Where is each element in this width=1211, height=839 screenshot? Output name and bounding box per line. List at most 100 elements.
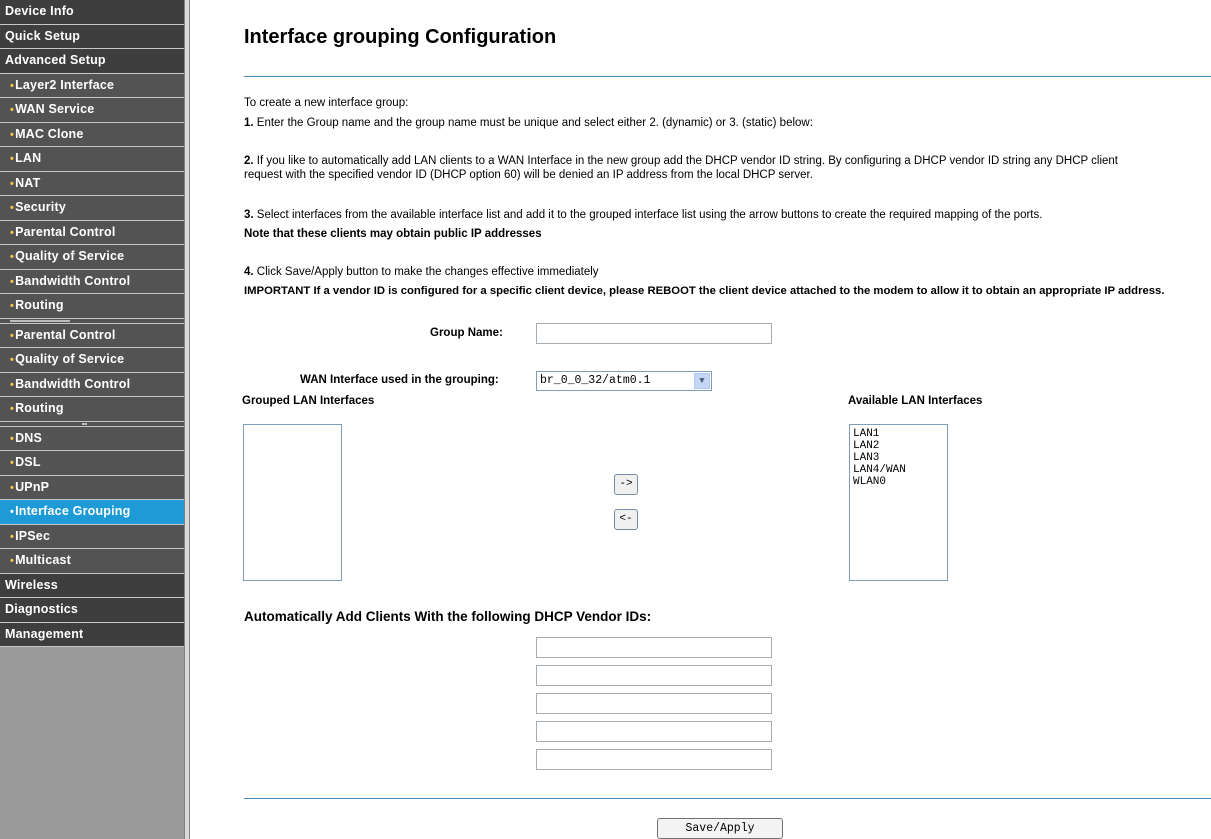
nav-parental-control[interactable]: •Parental Control [0, 220, 184, 245]
nav-layer2-interface[interactable]: •Layer2 Interface [0, 73, 184, 98]
bullet-icon: • [10, 506, 15, 518]
nav-label: Quick Setup [5, 28, 81, 43]
nav-advanced-setup[interactable]: Advanced Setup [0, 49, 184, 74]
list-item[interactable]: WLAN0 [850, 476, 947, 488]
nav-routing[interactable]: •Routing [0, 397, 184, 422]
grouped-lan-listbox[interactable] [243, 424, 342, 581]
nav-dns[interactable]: •DNS [0, 426, 184, 451]
wan-interface-value: br_0_0_32/atm0.1 [540, 374, 651, 387]
list-item[interactable]: LAN4/WAN [850, 464, 947, 476]
save-apply-button[interactable]: Save/Apply [657, 818, 783, 839]
nav-label: Parental Control [15, 224, 116, 239]
bullet-icon: • [10, 432, 15, 445]
step-body: Enter the Group name and the group name … [253, 117, 813, 129]
wan-interface-label: WAN Interface used in the grouping: [300, 374, 499, 386]
step1-text: 1. Enter the Group name and the group na… [244, 117, 813, 130]
vendor-id-input[interactable] [536, 721, 772, 742]
nav-lan[interactable]: •LAN [0, 147, 184, 172]
divider [244, 798, 1211, 799]
nav-label: Quality of Service [15, 352, 125, 366]
nav-parental-control[interactable]: •Parental Control [0, 323, 184, 348]
nav-label: Interface Grouping [15, 504, 131, 518]
vendor-id-input[interactable] [536, 637, 772, 658]
nav-quality-of-service[interactable]: •Quality of Service [0, 348, 184, 373]
chevron-down-icon[interactable]: ▼ [694, 373, 710, 389]
bullet-icon: • [10, 555, 15, 567]
nav-routing[interactable]: •Routing [0, 294, 184, 319]
nav-label: Security [15, 200, 66, 214]
nav-label: Multicast [15, 553, 72, 567]
divider [244, 76, 1211, 77]
bullet-icon: • [10, 251, 15, 263]
bullet-icon: • [10, 177, 15, 190]
nav-label: Device Info [5, 4, 74, 18]
nav-wan-service[interactable]: •WAN Service [0, 98, 184, 123]
nav-label: IPSec [15, 528, 51, 543]
step-body: If you like to automatically add LAN cli… [253, 155, 1118, 167]
bullet-icon: • [10, 79, 15, 92]
wan-interface-select[interactable]: br_0_0_32/atm0.1 ▼ [536, 371, 712, 391]
nav-interface-grouping[interactable]: •Interface Grouping [0, 500, 184, 525]
bullet-icon: • [10, 300, 15, 312]
bullet-icon: • [10, 530, 15, 543]
list-item[interactable]: LAN3 [850, 452, 947, 464]
remove-interface-button[interactable]: <- [614, 509, 638, 530]
step-number: 4. [244, 266, 254, 278]
nav-label: UPnP [15, 479, 50, 494]
bullet-icon: • [10, 481, 15, 494]
available-lan-listbox[interactable]: LAN1 LAN2 LAN3 LAN4/WAN WLAN0 [849, 424, 948, 581]
nav-label: LAN [15, 151, 42, 165]
nav-mac-clone[interactable]: •MAC Clone [0, 122, 184, 147]
main-content: Interface grouping Configuration To crea… [190, 0, 1211, 839]
bullet-icon: • [10, 329, 15, 342]
bullet-icon: • [10, 202, 15, 214]
nav-bandwidth-control[interactable]: •Bandwidth Control [0, 372, 184, 397]
grouped-lan-label: Grouped LAN Interfaces [242, 395, 375, 407]
vendor-id-input[interactable] [536, 665, 772, 686]
nav-management[interactable]: Management [0, 622, 184, 647]
list-item[interactable]: LAN1 [850, 428, 947, 440]
step3-text: 3. Select interfaces from the available … [244, 209, 1042, 222]
nav-label: MAC Clone [15, 126, 84, 141]
important-text: IMPORTANT If a vendor ID is configured f… [244, 285, 1165, 297]
nav-diagnostics[interactable]: Diagnostics [0, 598, 184, 623]
nav-label: Parental Control [15, 327, 116, 342]
nav-device-info[interactable]: Device Info [0, 0, 184, 25]
nav-label: WAN Service [15, 102, 95, 116]
nav-clipped-item [0, 318, 184, 324]
nav-label: Diagnostics [5, 602, 79, 616]
nav-label: Wireless [5, 577, 58, 592]
nav-quick-setup[interactable]: Quick Setup [0, 24, 184, 49]
nav-ipsec[interactable]: •IPSec [0, 524, 184, 549]
bullet-icon: • [10, 403, 15, 415]
nav-nat[interactable]: •NAT [0, 171, 184, 196]
nav-label: DSL [15, 455, 41, 469]
vendor-ids-title: Automatically Add Clients With the follo… [244, 609, 652, 624]
vendor-id-input[interactable] [536, 749, 772, 770]
step2-text-cont: request with the specified vendor ID (DH… [244, 169, 813, 181]
bullet-icon: • [10, 226, 15, 239]
list-item[interactable]: LAN2 [850, 440, 947, 452]
bullet-icon: • [10, 153, 15, 165]
nav-quality-of-service[interactable]: •Quality of Service [0, 245, 184, 270]
nav-bandwidth-control[interactable]: •Bandwidth Control [0, 269, 184, 294]
nav-label: Bandwidth Control [15, 376, 131, 391]
nav-wireless[interactable]: Wireless [0, 573, 184, 598]
nav-dsl[interactable]: •DSL [0, 451, 184, 476]
nav-label: Layer2 Interface [15, 77, 115, 92]
step-number: 1. [244, 117, 254, 129]
nav-clipped-item [0, 421, 184, 427]
vendor-id-input[interactable] [536, 693, 772, 714]
add-interface-button[interactable]: -> [614, 474, 638, 495]
nav-upnp[interactable]: •UPnP [0, 475, 184, 500]
nav-label: Bandwidth Control [15, 273, 131, 288]
nav-multicast[interactable]: •Multicast [0, 549, 184, 574]
step-number: 3. [244, 209, 254, 221]
step2-text: 2. If you like to automatically add LAN … [244, 155, 1118, 168]
step4-text: 4. Click Save/Apply button to make the c… [244, 266, 599, 279]
nav-label: Routing [15, 401, 64, 415]
step-number: 2. [244, 155, 254, 167]
group-name-input[interactable] [536, 323, 772, 344]
note-text: Note that these clients may obtain publi… [244, 228, 542, 240]
nav-security[interactable]: •Security [0, 196, 184, 221]
